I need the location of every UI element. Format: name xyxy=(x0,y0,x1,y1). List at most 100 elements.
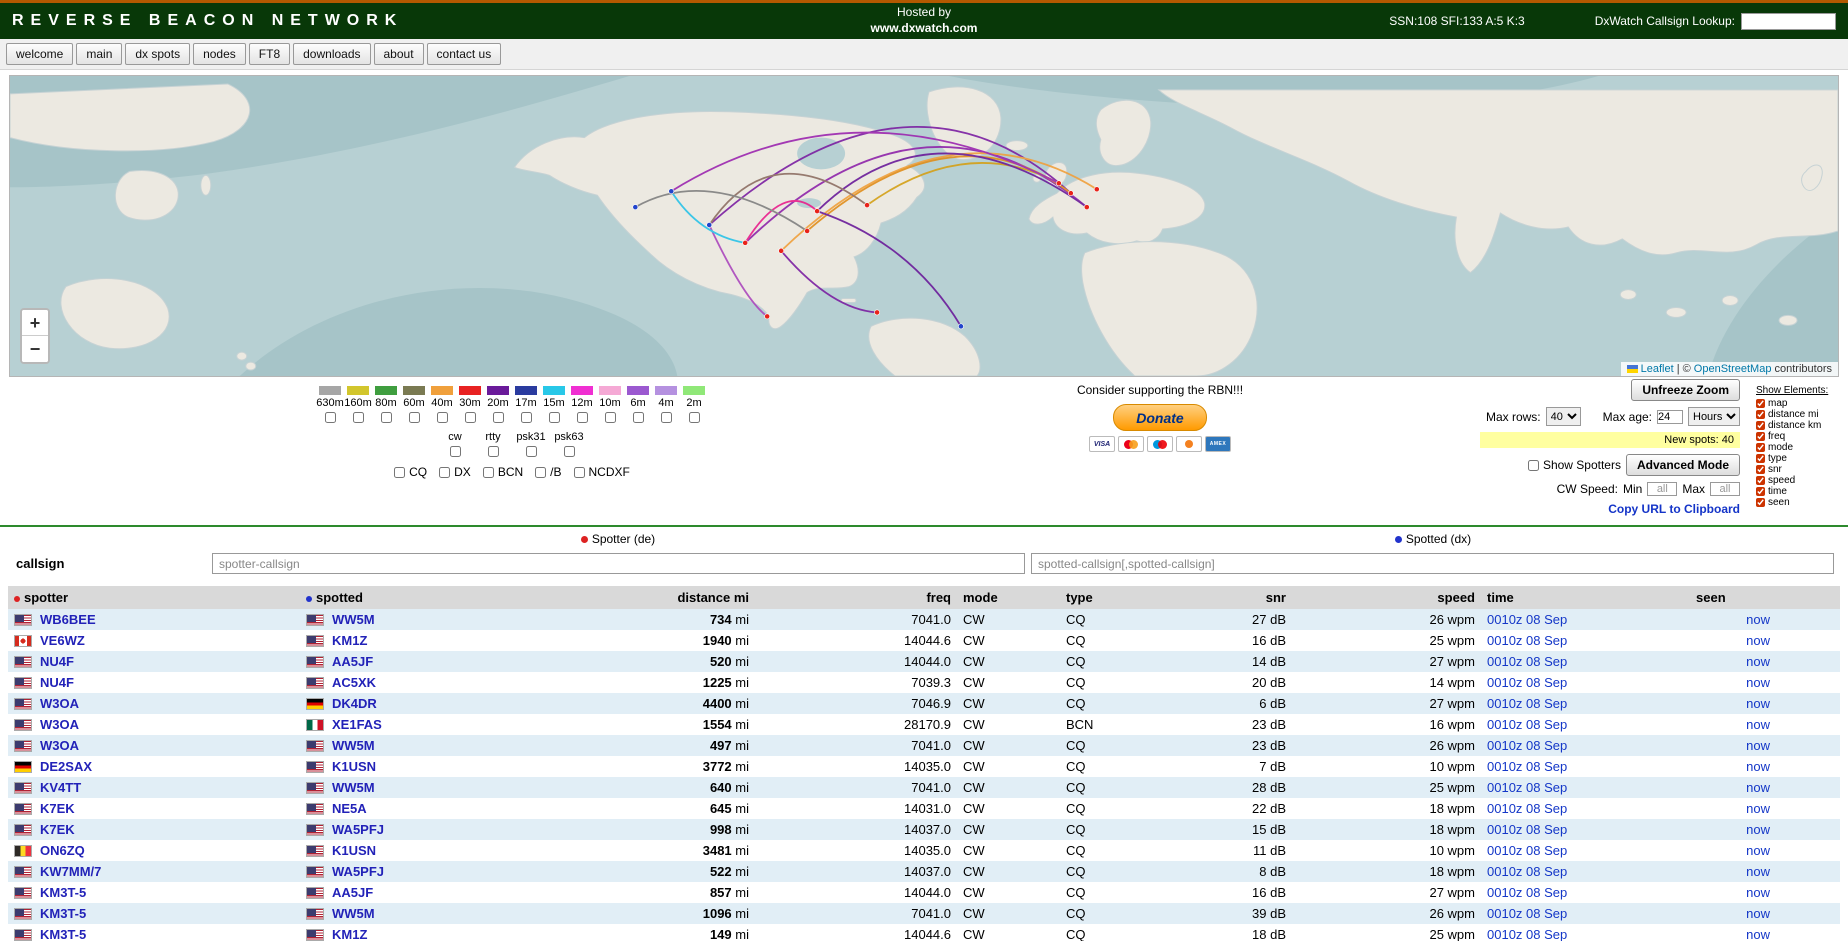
nav-tab-contact-us[interactable]: contact us xyxy=(427,43,502,65)
spotter-callsign-link[interactable]: W3OA xyxy=(40,738,79,753)
nav-tab-main[interactable]: main xyxy=(76,43,122,65)
col-header-time[interactable]: time xyxy=(1481,586,1690,609)
callsign-lookup-input[interactable] xyxy=(1741,13,1836,30)
spotted-callsign-link[interactable]: AA5JF xyxy=(332,885,373,900)
nav-tab-downloads[interactable]: downloads xyxy=(293,43,370,65)
seen-link[interactable]: now xyxy=(1746,864,1770,879)
show-element-checkbox-speed[interactable] xyxy=(1756,476,1765,485)
spotted-callsign-link[interactable]: WW5M xyxy=(332,612,375,627)
band-checkbox-30m[interactable] xyxy=(465,412,476,423)
spotter-marker[interactable] xyxy=(1056,181,1061,186)
spotted-callsign-link[interactable]: K1USN xyxy=(332,759,376,774)
map[interactable]: + − Leaflet | © OpenStreetMap contributo… xyxy=(9,75,1839,377)
show-element-checkbox-seen[interactable] xyxy=(1756,498,1765,507)
spotter-marker[interactable] xyxy=(815,209,820,214)
spot-time-link[interactable]: 0010z 08 Sep xyxy=(1487,738,1567,753)
max-rows-select[interactable]: 40 xyxy=(1546,407,1581,426)
spot-time-link[interactable]: 0010z 08 Sep xyxy=(1487,654,1567,669)
spotted-callsign-link[interactable]: DK4DR xyxy=(332,696,377,711)
spotted-marker[interactable] xyxy=(633,205,638,210)
mode-checkbox-psk63[interactable] xyxy=(564,446,575,457)
spot-time-link[interactable]: 0010z 08 Sep xyxy=(1487,612,1567,627)
spot-time-link[interactable]: 0010z 08 Sep xyxy=(1487,864,1567,879)
nav-tab-dx-spots[interactable]: dx spots xyxy=(125,43,190,65)
spot-time-link[interactable]: 0010z 08 Sep xyxy=(1487,927,1567,941)
spot-time-link[interactable]: 0010z 08 Sep xyxy=(1487,885,1567,900)
cw-speed-max-input[interactable] xyxy=(1710,482,1740,496)
type-filter-B[interactable]: /B xyxy=(535,465,561,479)
mode-checkbox-rtty[interactable] xyxy=(488,446,499,457)
type-filter-DX[interactable]: DX xyxy=(439,465,471,479)
spotter-callsign-link[interactable]: DE2SAX xyxy=(40,759,92,774)
type-checkbox-B[interactable] xyxy=(535,467,546,478)
col-header-seen[interactable]: seen xyxy=(1690,586,1840,609)
band-checkbox-17m[interactable] xyxy=(521,412,532,423)
spotter-callsign-link[interactable]: KM3T-5 xyxy=(40,906,86,921)
spotted-callsign-link[interactable]: XE1FAS xyxy=(332,717,382,732)
spotter-callsign-link[interactable]: W3OA xyxy=(40,696,79,711)
seen-link[interactable]: now xyxy=(1746,822,1770,837)
spotted-callsign-link[interactable]: AC5XK xyxy=(332,675,376,690)
spot-time-link[interactable]: 0010z 08 Sep xyxy=(1487,633,1567,648)
spotted-callsign-link[interactable]: NE5A xyxy=(332,801,367,816)
spotter-callsign-link[interactable]: WB6BEE xyxy=(40,612,96,627)
nav-tab-about[interactable]: about xyxy=(374,43,424,65)
unfreeze-zoom-button[interactable]: Unfreeze Zoom xyxy=(1631,379,1740,401)
show-element-checkbox-time[interactable] xyxy=(1756,487,1765,496)
spotter-marker[interactable] xyxy=(1094,187,1099,192)
seen-link[interactable]: now xyxy=(1746,675,1770,690)
osm-link[interactable]: OpenStreetMap xyxy=(1694,363,1772,375)
spotter-marker[interactable] xyxy=(765,314,770,319)
band-checkbox-12m[interactable] xyxy=(577,412,588,423)
cw-speed-min-input[interactable] xyxy=(1647,482,1677,496)
spot-time-link[interactable]: 0010z 08 Sep xyxy=(1487,780,1567,795)
spot-time-link[interactable]: 0010z 08 Sep xyxy=(1487,717,1567,732)
type-filter-CQ[interactable]: CQ xyxy=(394,465,427,479)
spotted-marker[interactable] xyxy=(669,189,674,194)
spotted-callsign-link[interactable]: WW5M xyxy=(332,738,375,753)
col-header-spotted[interactable]: spotted xyxy=(300,586,565,609)
seen-link[interactable]: now xyxy=(1746,780,1770,795)
spot-time-link[interactable]: 0010z 08 Sep xyxy=(1487,822,1567,837)
col-header-freq[interactable]: freq xyxy=(755,586,957,609)
band-checkbox-15m[interactable] xyxy=(549,412,560,423)
spotter-marker[interactable] xyxy=(743,240,748,245)
spotter-marker[interactable] xyxy=(1084,205,1089,210)
band-checkbox-6m[interactable] xyxy=(633,412,644,423)
band-checkbox-2m[interactable] xyxy=(689,412,700,423)
seen-link[interactable]: now xyxy=(1746,843,1770,858)
spotted-callsign-link[interactable]: KM1Z xyxy=(332,633,367,648)
col-header-snr[interactable]: snr xyxy=(1190,586,1292,609)
col-header-speed[interactable]: speed xyxy=(1292,586,1481,609)
spotter-callsign-link[interactable]: NU4F xyxy=(40,654,74,669)
spotter-marker[interactable] xyxy=(864,203,869,208)
band-checkbox-60m[interactable] xyxy=(409,412,420,423)
zoom-out-button[interactable]: − xyxy=(22,336,48,362)
advanced-mode-button[interactable]: Advanced Mode xyxy=(1626,454,1740,476)
seen-link[interactable]: now xyxy=(1746,927,1770,941)
seen-link[interactable]: now xyxy=(1746,801,1770,816)
rbn-logo[interactable]: REVERSE BEACON NETWORK xyxy=(12,12,403,30)
type-filter-NCDXF[interactable]: NCDXF xyxy=(574,465,630,479)
seen-link[interactable]: now xyxy=(1746,633,1770,648)
seen-link[interactable]: now xyxy=(1746,696,1770,711)
col-header-distance[interactable]: distance mi xyxy=(565,586,755,609)
band-checkbox-10m[interactable] xyxy=(605,412,616,423)
show-element-checkbox-map[interactable] xyxy=(1756,399,1765,408)
type-filter-BCN[interactable]: BCN xyxy=(483,465,523,479)
nav-tab-FT8[interactable]: FT8 xyxy=(249,43,290,65)
type-checkbox-BCN[interactable] xyxy=(483,467,494,478)
spotter-callsign-link[interactable]: KM3T-5 xyxy=(40,885,86,900)
spotter-callsign-link[interactable]: KM3T-5 xyxy=(40,927,86,941)
band-checkbox-40m[interactable] xyxy=(437,412,448,423)
type-checkbox-NCDXF[interactable] xyxy=(574,467,585,478)
spotter-callsign-link[interactable]: W3OA xyxy=(40,717,79,732)
band-checkbox-4m[interactable] xyxy=(661,412,672,423)
seen-link[interactable]: now xyxy=(1746,654,1770,669)
max-age-unit-select[interactable]: Hours xyxy=(1688,407,1740,426)
spotter-marker[interactable] xyxy=(805,228,810,233)
nav-tab-welcome[interactable]: welcome xyxy=(6,43,73,65)
spotter-marker[interactable] xyxy=(1068,191,1073,196)
type-checkbox-CQ[interactable] xyxy=(394,467,405,478)
show-element-checkbox-distance-km[interactable] xyxy=(1756,421,1765,430)
